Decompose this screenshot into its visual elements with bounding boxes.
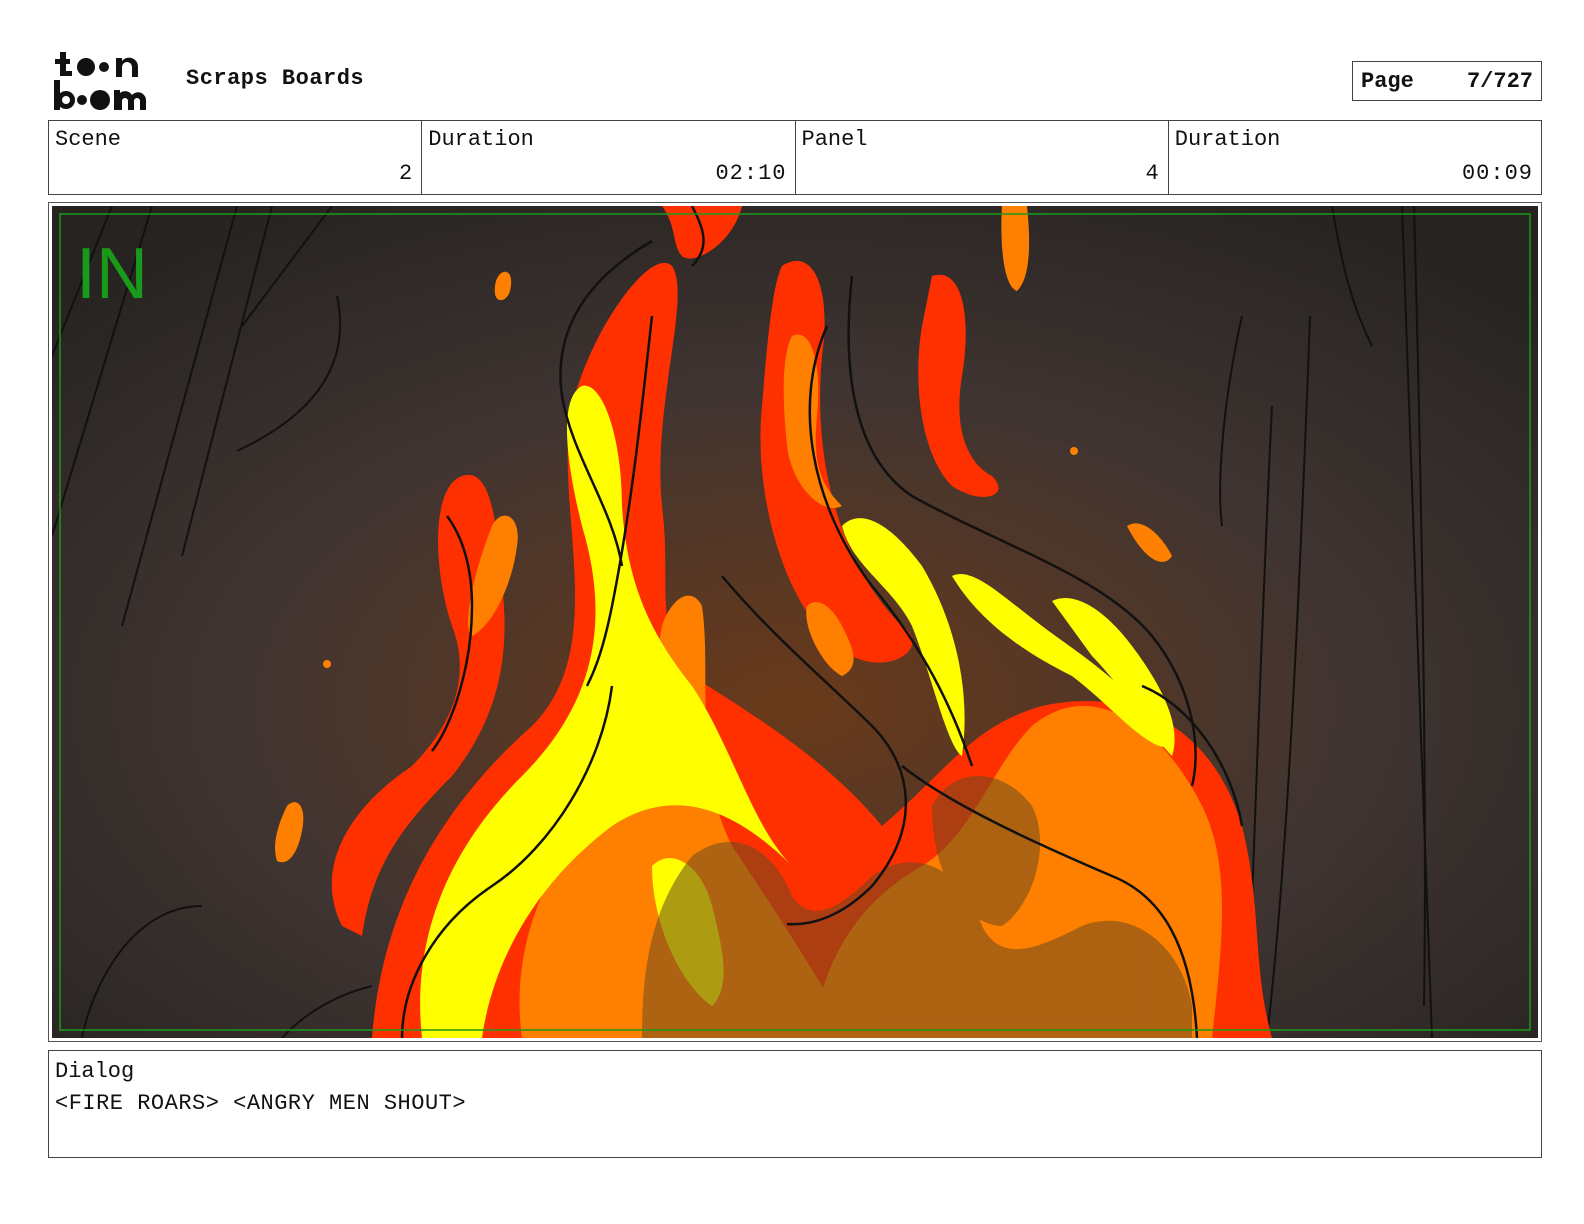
scene-duration-value: 02:10 [715,161,787,186]
panel-cell: Panel 4 [796,121,1169,194]
toon-boom-logo [54,52,147,110]
scene-label: Scene [55,127,122,152]
panel-duration-value: 00:09 [1461,161,1533,186]
page-indicator: Page 7/727 [1352,61,1542,101]
page-number: 7/727 [1466,68,1533,94]
dialog-label: Dialog [55,1059,135,1084]
page-label: Page [1361,68,1414,94]
transition-marker: IN [76,234,148,314]
panel-value: 4 [1145,161,1160,186]
storyboard-panel-image: IN [52,206,1538,1038]
scene-cell: Scene 2 [49,121,423,194]
dialog-text: <FIRE ROARS> <ANGRY MEN SHOUT> [55,1091,467,1116]
project-title: Scraps Boards [186,66,365,91]
scene-duration-label: Duration [428,127,534,152]
scene-duration-cell: Duration 02:10 [422,121,796,194]
panel-label: Panel [801,127,868,152]
dialog-box: Dialog <FIRE ROARS> <ANGRY MEN SHOUT> [48,1050,1542,1158]
scene-value: 2 [399,161,414,186]
panel-duration-cell: Duration 00:09 [1169,121,1541,194]
panel-duration-label: Duration [1174,127,1281,152]
panel-info-row: Scene 2 Duration 02:10 Panel 4 Duration … [48,120,1542,195]
